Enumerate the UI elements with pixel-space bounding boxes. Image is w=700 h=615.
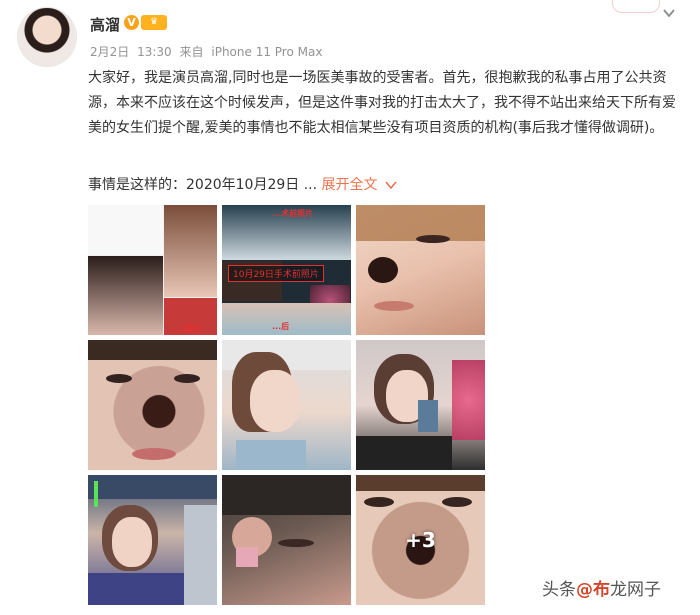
avatar[interactable] [18, 8, 76, 66]
more-photos-count: +3 [405, 528, 436, 552]
verified-v-icon: V [124, 15, 139, 30]
photo-caption: 10月29日手术前照片 [228, 265, 324, 282]
photo-caption: ...照片 [174, 325, 203, 335]
username[interactable]: 高溜 [90, 14, 120, 35]
corner-decoration [612, 0, 660, 13]
expand-full-text-link[interactable]: 展开全文 [322, 177, 397, 193]
post-text-last-line: 事情是这样的：2020年10月29日 ... 展开全文 [88, 174, 397, 194]
photo-thumbnail[interactable] [222, 340, 351, 470]
post-text: 大家好，我是演员高溜,同时也是一场医美事故的受害者。首先，很抱歉我的私事占用了公… [88, 70, 676, 136]
watermark-rest: 龙网子 [610, 580, 661, 600]
photo-caption-top: ...术前照片 [272, 209, 314, 218]
watermark-prefix: 头条 [542, 580, 576, 600]
weibo-post: 高溜 V ♛ 2月2日 13:30 来自 iPhone 11 Pro Max 大… [0, 0, 700, 615]
photo-thumbnail[interactable] [356, 340, 485, 470]
vip-icon: ♛ [141, 15, 167, 30]
post-meta: 2月2日 13:30 来自 iPhone 11 Pro Max [90, 43, 326, 60]
chevron-down-icon[interactable] [662, 6, 676, 20]
post-text-truncated: 事情是这样的：2020年10月29日 ... [88, 177, 318, 193]
chevron-down-icon [385, 181, 397, 190]
photo-grid: ...照片 ...术前照片 10月29日手术前照片 ...后 +3 [88, 205, 488, 615]
watermark-accent: @布 [576, 580, 610, 600]
photo-caption-bottom: ...后 [272, 322, 290, 331]
source-device: iPhone 11 Pro Max [211, 45, 323, 59]
post-date[interactable]: 2月2日 [90, 45, 129, 59]
photo-thumbnail[interactable] [356, 205, 485, 335]
photo-thumbnail[interactable]: ...照片 [88, 205, 217, 335]
post-time[interactable]: 13:30 [137, 45, 172, 59]
expand-label: 展开全文 [321, 177, 378, 193]
photo-thumbnail[interactable] [222, 475, 351, 605]
more-photos-overlay[interactable]: +3 [356, 475, 485, 605]
photo-thumbnail[interactable]: +3 [356, 475, 485, 605]
source-prefix: 来自 [179, 45, 204, 59]
photo-thumbnail[interactable] [88, 475, 217, 605]
photo-thumbnail[interactable] [88, 340, 217, 470]
watermark: 头条@布龙网子 [542, 575, 661, 600]
photo-thumbnail[interactable]: ...术前照片 10月29日手术前照片 ...后 [222, 205, 351, 335]
